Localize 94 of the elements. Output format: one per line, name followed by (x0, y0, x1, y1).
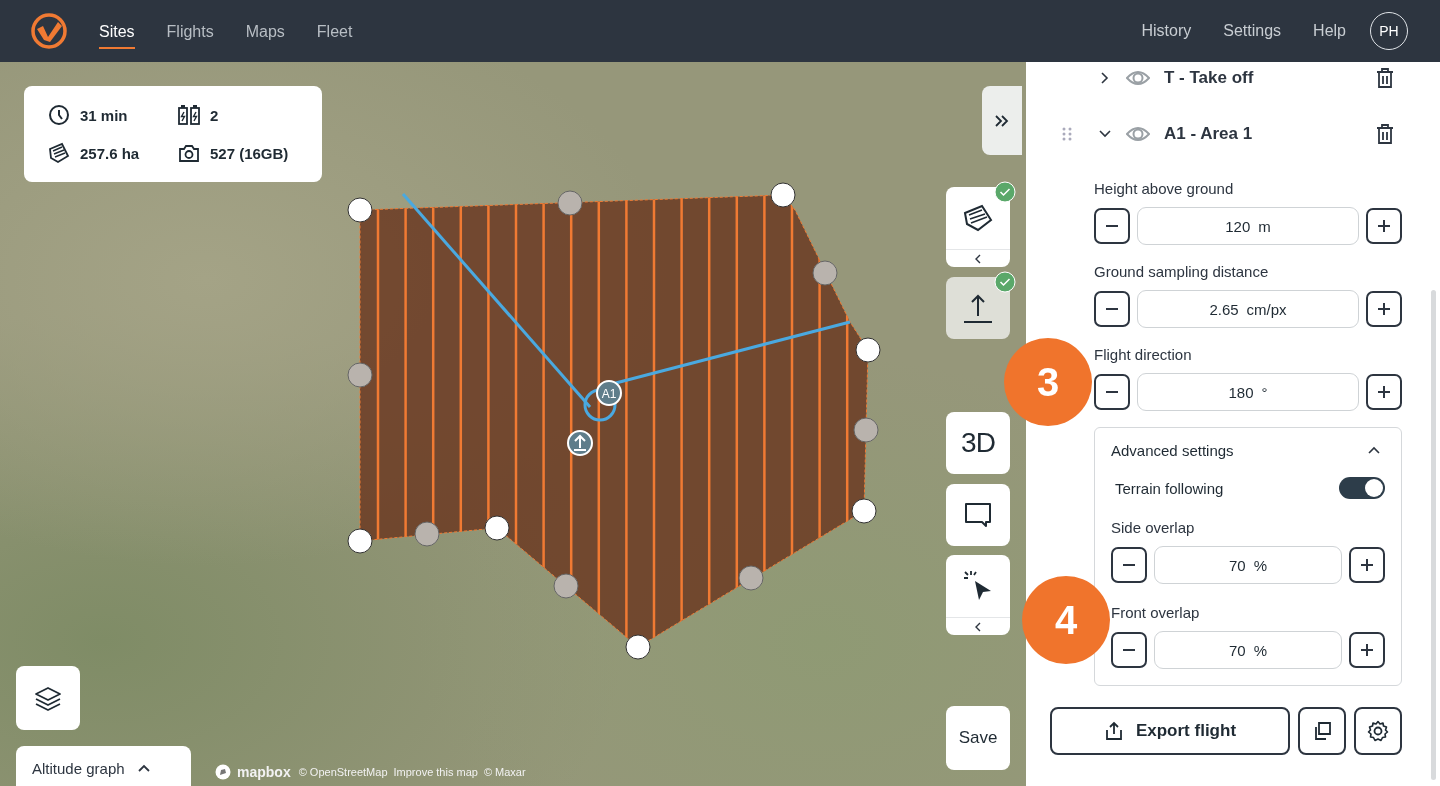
number-input[interactable]: 70 % (1154, 631, 1342, 669)
section-title[interactable]: Advanced settings (1111, 442, 1234, 459)
stat-value: 257.6 ha (80, 144, 140, 162)
export-flight-button[interactable]: Export flight (1050, 707, 1290, 755)
input-unit: m (1258, 217, 1271, 235)
plus-icon (1378, 220, 1390, 232)
chevron-icon (136, 763, 151, 773)
increase-button[interactable] (1349, 632, 1385, 668)
trash-icon[interactable] (1376, 124, 1394, 144)
camera-icon (178, 142, 200, 164)
toggle-label: Terrain following (1115, 479, 1224, 497)
decrease-button[interactable] (1094, 374, 1130, 410)
nav-tab[interactable]: Sites (99, 17, 135, 49)
nav-link[interactable]: Help (1313, 22, 1346, 40)
plus-icon (1378, 386, 1390, 398)
area-icon (962, 204, 994, 232)
input-unit: % (1253, 641, 1267, 659)
decrease-button[interactable] (1094, 291, 1130, 327)
minus-icon (1106, 391, 1118, 393)
double-chevron-icon (994, 113, 1010, 128)
stat-value: 2 (210, 106, 219, 124)
area-label: A1 (601, 386, 617, 401)
field-label: Ground sampling distance (1094, 263, 1270, 280)
layers-icon (34, 684, 62, 712)
chevron-left-icon (974, 253, 982, 264)
takeoff-icon (962, 292, 994, 324)
minus-icon (1123, 564, 1135, 566)
duplicate-button[interactable] (1298, 707, 1346, 755)
toggle-switch[interactable] (1339, 477, 1385, 499)
decrease-button[interactable] (1094, 208, 1130, 244)
input-value: 120 (1225, 217, 1251, 235)
input-value: 70 (1229, 641, 1246, 659)
logo-icon[interactable] (31, 13, 67, 49)
chevron-icon[interactable] (1367, 446, 1381, 455)
trash-icon[interactable] (1376, 68, 1394, 88)
input-unit: % (1253, 556, 1267, 574)
field-label: Front overlap (1111, 604, 1201, 621)
map-tool-button[interactable]: 3D (946, 412, 1010, 474)
number-input[interactable]: 180 ° (1137, 373, 1359, 411)
comment-icon (964, 502, 992, 528)
flight-item-title[interactable]: T - Take off (1164, 68, 1254, 88)
map-tool-button[interactable] (946, 555, 1010, 635)
nav-link[interactable]: History (1141, 22, 1192, 40)
altitude-graph-toggle[interactable]: Altitude graph (16, 746, 191, 786)
input-unit: cm/px (1246, 300, 1287, 318)
plus-icon (1361, 559, 1373, 571)
input-value: 2.65 (1209, 300, 1239, 318)
mapbox-logo-icon[interactable] (215, 764, 231, 780)
input-value: 180 (1228, 383, 1254, 401)
field-label: Flight direction (1094, 346, 1193, 363)
stat-value: 527 (16GB) (210, 144, 289, 162)
decrease-button[interactable] (1111, 632, 1147, 668)
flight-item-title[interactable]: A1 - Area 1 (1164, 124, 1253, 144)
nav-tab[interactable]: Maps (245, 17, 285, 49)
area-icon (48, 142, 70, 164)
settings-icon (1367, 720, 1389, 742)
map-tool-button[interactable] (946, 187, 1010, 267)
copy-icon (1312, 721, 1332, 741)
layers-button[interactable] (16, 666, 80, 730)
expand-panel-button[interactable] (982, 86, 1022, 155)
chevron-left-icon (974, 621, 982, 632)
input-value: 70 (1229, 556, 1246, 574)
eye-icon[interactable] (1126, 126, 1150, 142)
stat-value: 31 min (80, 106, 128, 124)
settings-button[interactable] (1354, 707, 1402, 755)
map-tool-button[interactable] (946, 277, 1010, 339)
share-icon (1103, 721, 1124, 741)
map-tool-button[interactable] (946, 484, 1010, 546)
minus-icon (1123, 649, 1135, 651)
field-label: Height above ground (1094, 180, 1235, 197)
battery-icon (178, 104, 200, 126)
plus-icon (1361, 644, 1373, 656)
number-input[interactable]: 2.65 cm/px (1137, 290, 1359, 328)
3d-view-label: 3D (961, 427, 995, 459)
eye-icon[interactable] (1126, 70, 1150, 86)
nav-link[interactable]: Settings (1223, 22, 1282, 40)
drag-handle-icon[interactable] (1062, 127, 1072, 141)
plus-icon (1378, 303, 1390, 315)
clock-icon (48, 104, 70, 126)
increase-button[interactable] (1366, 291, 1402, 327)
nav-tab[interactable]: Flights (166, 17, 214, 49)
save-button[interactable]: Save (946, 706, 1010, 770)
nav-tab[interactable]: Fleet (316, 17, 353, 49)
minus-icon (1106, 225, 1118, 227)
field-label: Side overlap (1111, 519, 1196, 536)
decrease-button[interactable] (1111, 547, 1147, 583)
increase-button[interactable] (1366, 374, 1402, 410)
input-unit: ° (1261, 383, 1268, 401)
number-input[interactable]: 70 % (1154, 546, 1342, 584)
increase-button[interactable] (1349, 547, 1385, 583)
increase-button[interactable] (1366, 208, 1402, 244)
scrollbar[interactable] (1431, 290, 1436, 780)
number-input[interactable]: 120 m (1137, 207, 1359, 245)
minus-icon (1106, 308, 1118, 310)
